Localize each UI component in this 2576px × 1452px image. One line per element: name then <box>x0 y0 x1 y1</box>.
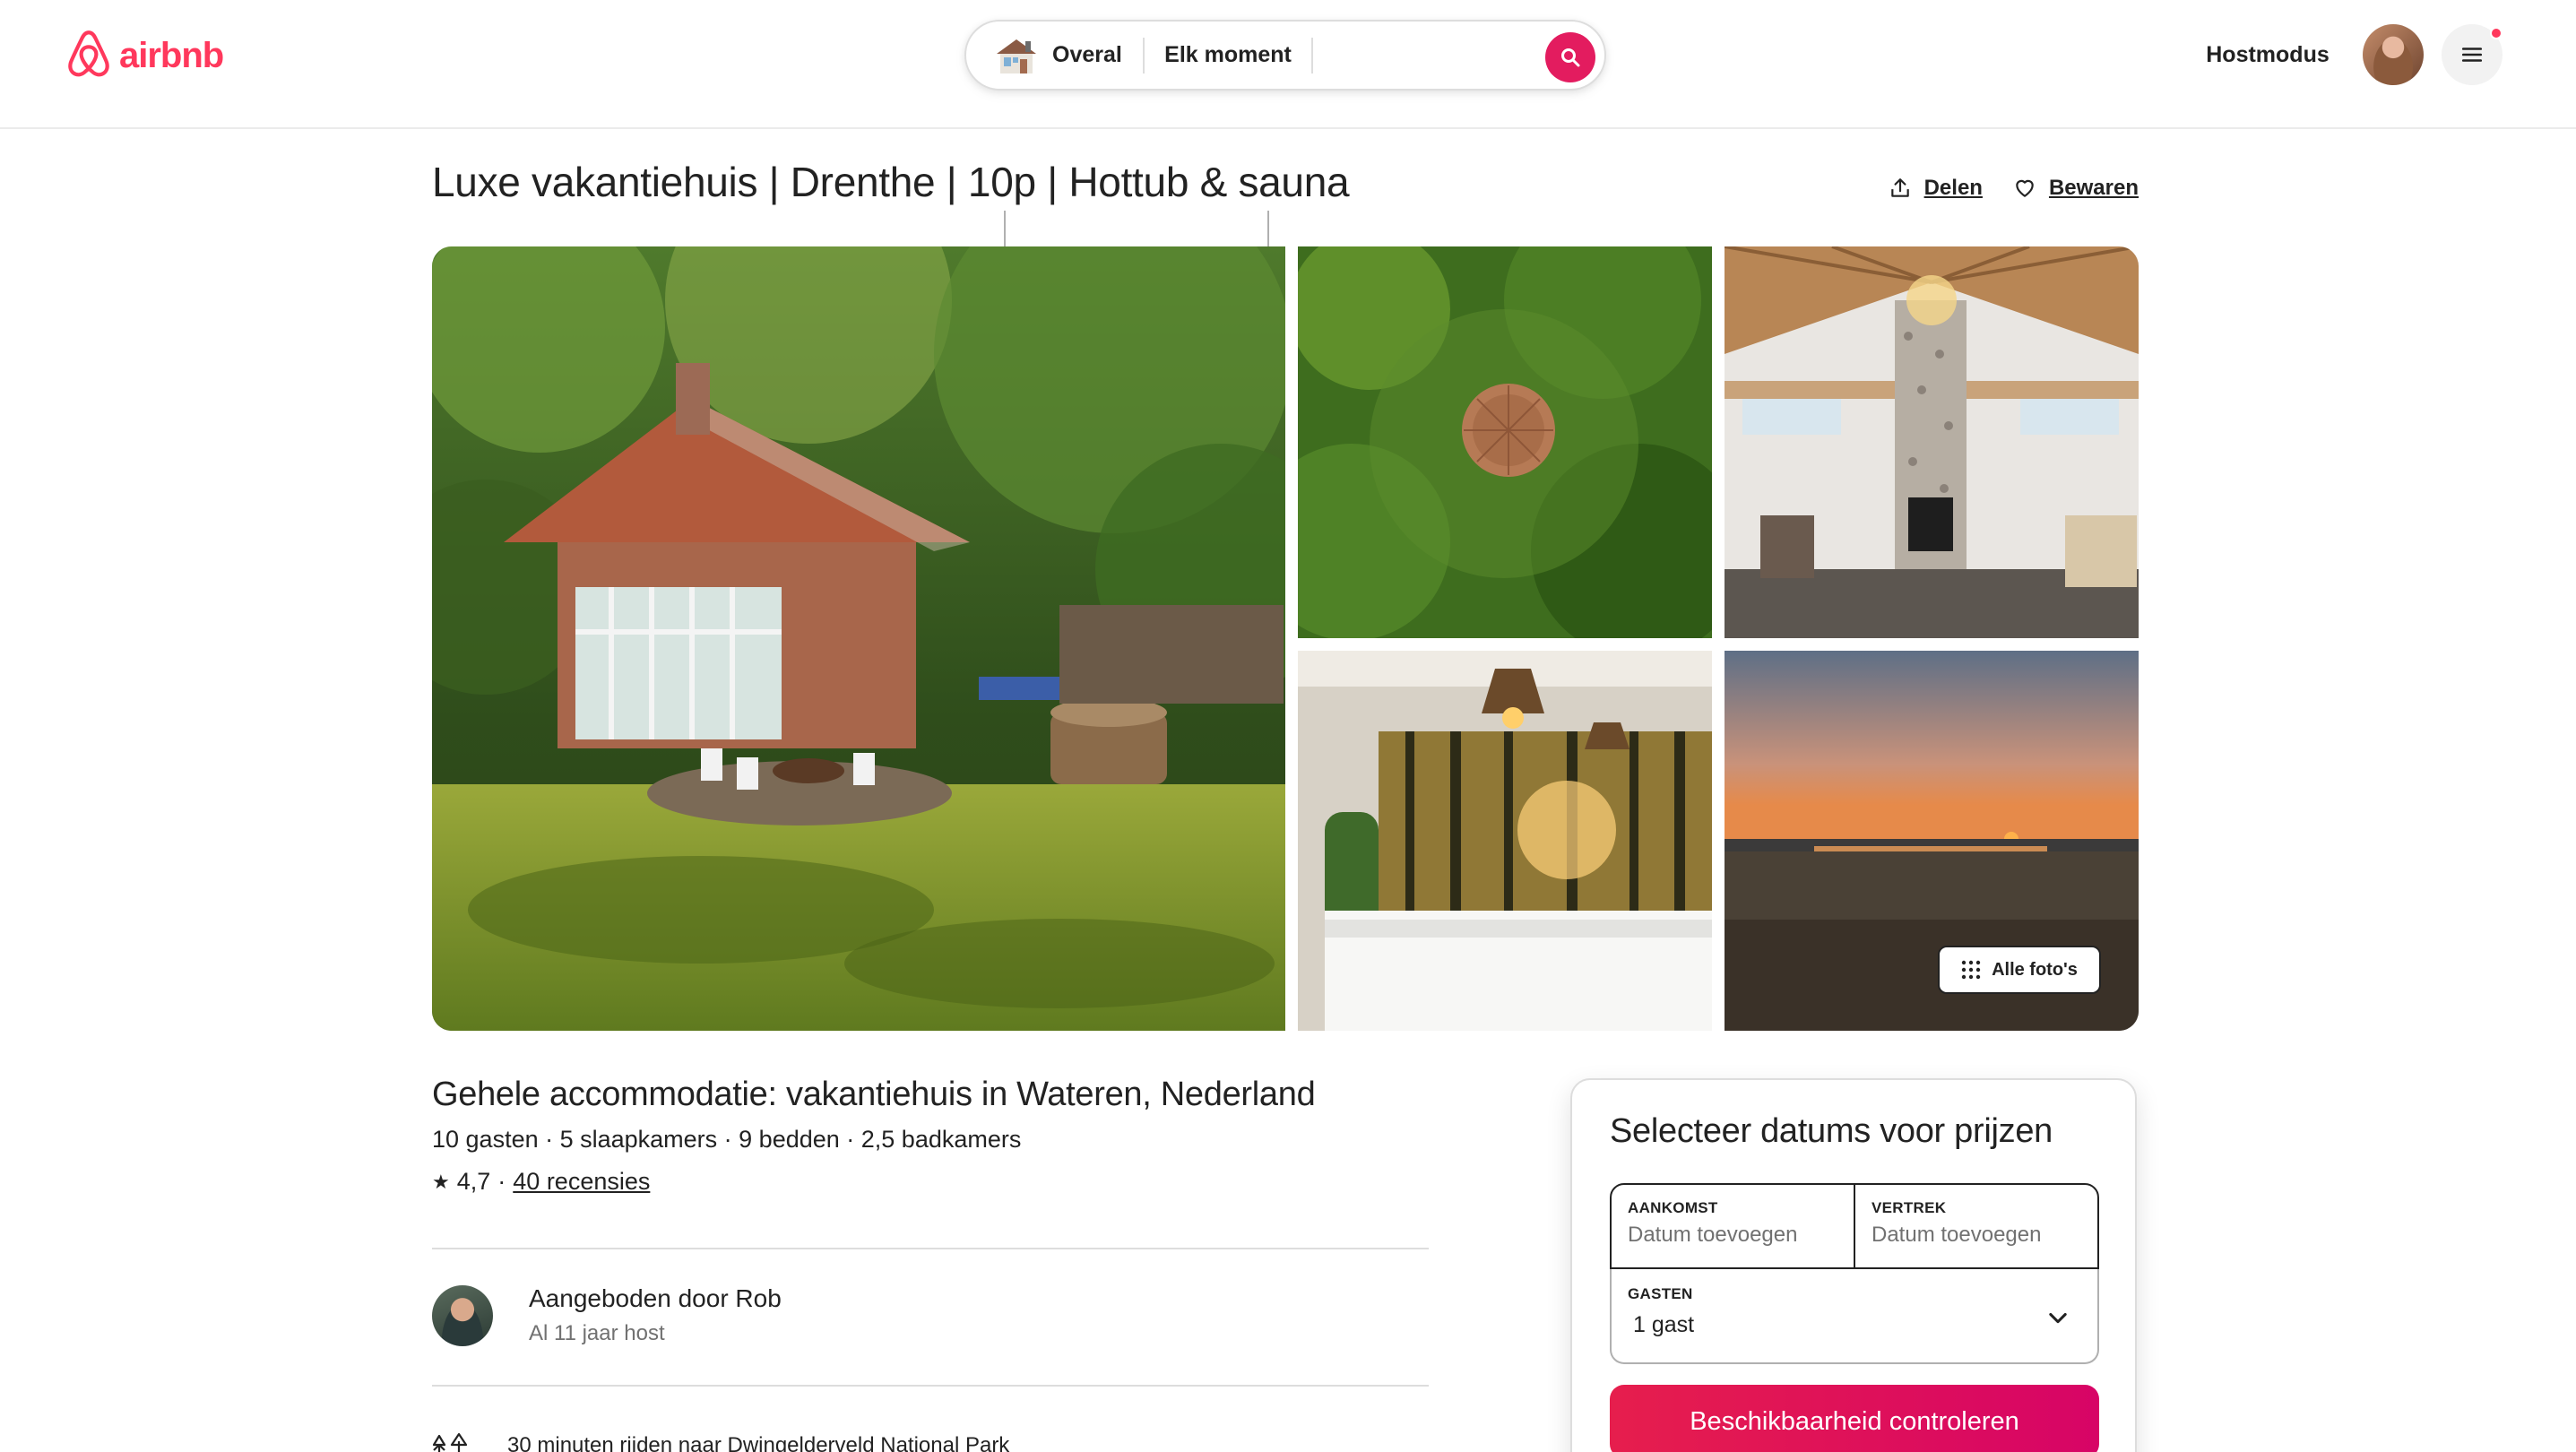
guests-label: GASTEN <box>1628 1285 1693 1302</box>
host-mode-link[interactable]: Hostmodus <box>2187 25 2348 84</box>
host-years: Al 11 jaar host <box>529 1321 665 1345</box>
search-anytime[interactable]: Elk moment <box>1145 22 1311 89</box>
chevron-down-icon <box>2049 1312 2067 1324</box>
house-icon <box>997 39 1036 73</box>
check-availability-button[interactable]: Beschikbaarheid controleren <box>1610 1385 2099 1452</box>
guests-select[interactable]: GASTEN 1 gast <box>1610 1269 2099 1364</box>
user-avatar[interactable] <box>2363 24 2424 85</box>
checkin-field[interactable]: AANKOMST Datum toevoegen <box>1612 1185 1854 1267</box>
share-label: Delen <box>1923 176 1983 200</box>
brand-wordmark: airbnb <box>119 35 224 75</box>
notification-dot <box>2490 27 2503 39</box>
reviews-link[interactable]: 40 recensies <box>513 1168 650 1196</box>
checkout-label: VERTREK <box>1871 1199 1947 1216</box>
search-anywhere-label: Overal <box>1052 42 1122 67</box>
booking-card: Selecteer datums voor prijzen AANKOMST D… <box>1570 1078 2137 1452</box>
grid-dots-icon <box>1961 960 1981 980</box>
host-avatar[interactable] <box>432 1285 493 1346</box>
rating-summary: ★ 4,7 · 40 recensies <box>432 1168 650 1196</box>
listing-subtitle: Gehele accommodatie: vakantiehuis in Wat… <box>432 1076 1316 1113</box>
save-label: Bewaren <box>2048 176 2139 200</box>
photo-gallery <box>432 246 2139 1031</box>
checkout-value: Datum toevoegen <box>1871 1223 2042 1247</box>
top-header: airbnb Overal Elk moment Gasten toevoege… <box>0 0 2576 306</box>
guests-value: 1 gast <box>1633 1312 1695 1337</box>
hamburger-icon <box>2461 48 2483 62</box>
save-button[interactable]: Bewaren <box>2013 176 2139 201</box>
checkin-value: Datum toevoegen <box>1628 1223 1798 1247</box>
search-divider <box>1311 37 1313 73</box>
search-bar[interactable]: Overal Elk moment Gasten toevoegen <box>964 20 1606 306</box>
date-picker: AANKOMST Datum toevoegen VERTREK Datum t… <box>1610 1183 2099 1269</box>
section-divider <box>432 1248 1429 1249</box>
star-icon: ★ <box>432 1170 450 1193</box>
airbnb-logo-icon <box>68 30 109 77</box>
share-icon <box>1890 178 1909 197</box>
checkout-field[interactable]: VERTREK Datum toevoegen <box>1854 1185 2097 1267</box>
listing-title: Luxe vakantiehuis | Drenthe | 10p | Hott… <box>432 159 1350 205</box>
rating-value: 4,7 <box>456 1168 491 1195</box>
search-icon <box>1561 48 1580 67</box>
highlight-text: 30 minuten rijden naar Dwingelderveld Na… <box>507 1433 1010 1452</box>
all-photos-button[interactable]: Alle foto's <box>1938 946 2101 994</box>
photo-living-room[interactable] <box>1725 246 2139 638</box>
host-name: Aangeboden door Rob <box>529 1284 782 1312</box>
trees-icon <box>432 1432 468 1452</box>
photo-aerial[interactable] <box>1298 246 1712 638</box>
checkin-label: AANKOMST <box>1628 1199 1718 1216</box>
airbnb-logo[interactable]: airbnb <box>65 30 224 82</box>
rating-separator: · <box>497 1168 506 1195</box>
listing-actions: Delen Bewaren <box>1889 176 2139 201</box>
booking-title: Selecteer datums voor prijzen <box>1610 1112 2053 1150</box>
photo-bedroom[interactable] <box>1298 651 1712 1031</box>
listing-details: 10 gasten · 5 slaapkamers · 9 bedden · 2… <box>432 1126 1022 1153</box>
section-divider <box>432 1385 1429 1387</box>
search-button[interactable] <box>1545 32 1595 82</box>
highlight-item: 30 minuten rijden naar Dwingelderveld Na… <box>432 1432 1009 1452</box>
heart-icon <box>2016 179 2034 197</box>
photo-main-house[interactable] <box>432 246 1285 1031</box>
search-anywhere[interactable]: Overal <box>966 22 1143 89</box>
all-photos-label: Alle foto's <box>1992 959 2078 980</box>
share-button[interactable]: Delen <box>1889 176 1983 201</box>
